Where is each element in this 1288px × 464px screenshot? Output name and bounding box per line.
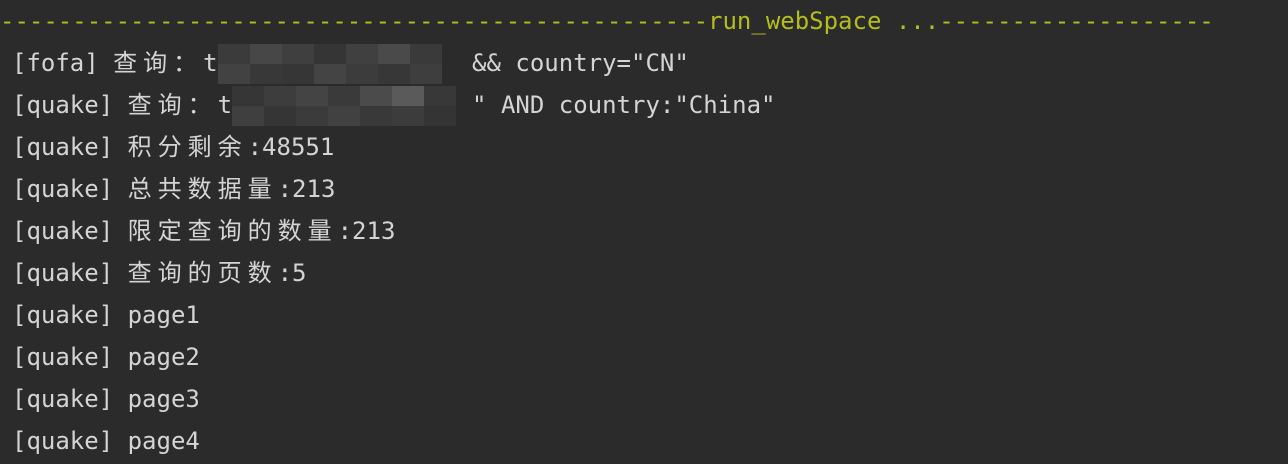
- log-value: :213: [277, 175, 336, 203]
- query-end: && country="CN": [457, 49, 689, 77]
- log-line-page1: [quake] page1: [12, 294, 200, 336]
- log-prefix: [quake]: [12, 259, 128, 287]
- log-prefix: [quake]: [12, 217, 128, 245]
- log-line-query-limit: [quake] 限定查询的数量:213: [12, 210, 395, 252]
- log-label: 查询：: [113, 49, 204, 77]
- log-prefix: [quake]: [12, 91, 128, 119]
- redacted-query-mosaic: [217, 44, 458, 84]
- log-prefix: [quake]: [12, 175, 128, 203]
- log-line-total-data: [quake] 总共数据量:213: [12, 168, 335, 210]
- log-text: page3: [127, 385, 200, 413]
- log-value: :5: [277, 259, 307, 287]
- log-line-fofa-query: [fofa] 查询：t && country="CN": [12, 42, 689, 84]
- log-text: page2: [127, 343, 200, 371]
- run-header: ----------------------------------------…: [0, 0, 1288, 42]
- log-line-page3: [quake] page3: [12, 378, 200, 420]
- log-line-page4: [quake] page4: [12, 420, 200, 462]
- terminal-output: ----------------------------------------…: [0, 0, 1288, 464]
- log-prefix: [quake]: [12, 301, 128, 329]
- log-text: page4: [127, 427, 200, 455]
- header-right-dashes: -------------------: [939, 7, 1214, 35]
- log-line-page-count: [quake] 查询的页数:5: [12, 252, 307, 294]
- log-label: 查询的页数: [127, 259, 278, 287]
- log-prefix: [quake]: [12, 427, 128, 455]
- log-label: 限定查询的数量: [127, 217, 338, 245]
- log-prefix: [fofa]: [12, 49, 114, 77]
- log-line-page2: [quake] page2: [12, 336, 200, 378]
- query-start: t: [217, 91, 233, 119]
- log-prefix: [quake]: [12, 385, 128, 413]
- log-label: 积分剩余: [127, 133, 248, 161]
- log-label: 总共数据量: [127, 175, 278, 203]
- header-title: run_webSpace ...: [708, 7, 940, 35]
- header-left-dashes: ----------------------------------------…: [0, 7, 709, 35]
- log-prefix: [quake]: [12, 343, 128, 371]
- log-value: :48551: [247, 133, 335, 161]
- log-prefix: [quake]: [12, 133, 128, 161]
- redacted-query-mosaic: [232, 86, 472, 126]
- log-text: page1: [127, 301, 200, 329]
- log-label: 查询：: [127, 91, 218, 119]
- log-value: :213: [337, 217, 396, 245]
- log-line-quake-query: [quake] 查询：t " AND country:"China": [12, 84, 775, 126]
- query-end: " AND country:"China": [472, 91, 776, 119]
- log-line-points-remaining: [quake] 积分剩余:48551: [12, 126, 334, 168]
- query-start: t: [203, 49, 218, 77]
